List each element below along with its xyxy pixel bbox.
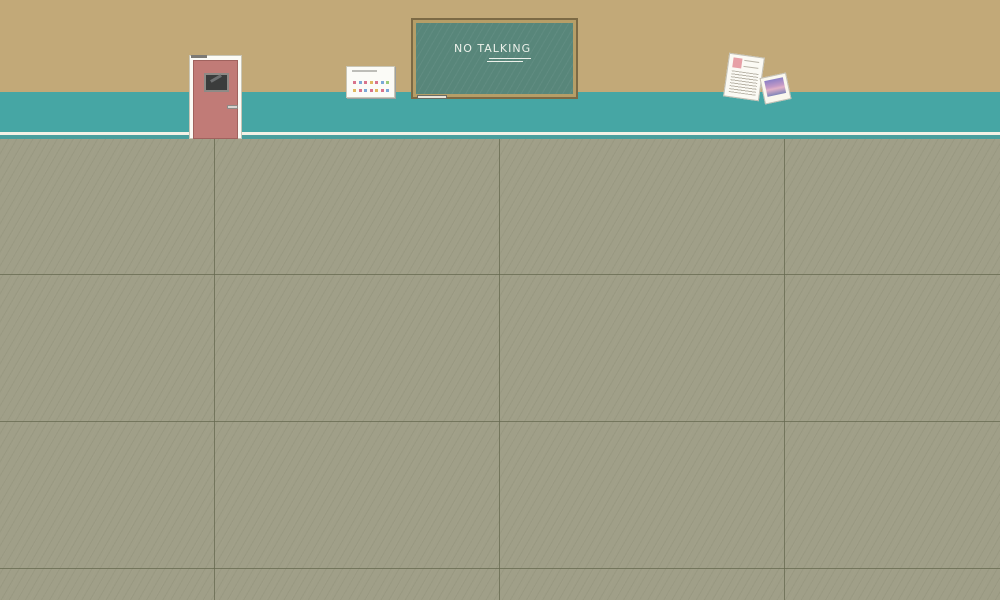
calendar-day-mark xyxy=(369,89,373,92)
calendar-day-mark xyxy=(364,89,368,92)
chalk-eraser xyxy=(417,95,447,99)
photo-image xyxy=(764,77,787,97)
paper-scribble xyxy=(743,59,760,69)
floor-tile-seam xyxy=(0,274,1000,275)
calendar-day-mark xyxy=(380,89,384,92)
floor[interactable] xyxy=(0,139,1000,600)
calendar-day-mark xyxy=(353,81,356,84)
door-window xyxy=(204,73,229,92)
calendar-day-mark xyxy=(375,81,379,84)
calendar-grid xyxy=(353,81,390,95)
calendar-day-mark xyxy=(358,89,362,92)
calendar-day-mark xyxy=(386,89,390,92)
door-icon xyxy=(193,60,238,139)
floor-tile-seam xyxy=(499,139,500,600)
chalk-underline xyxy=(489,58,531,59)
floor-tile-seam xyxy=(214,139,215,600)
floor-tile-seam xyxy=(0,421,1000,422)
door-sign xyxy=(191,55,207,58)
paper-swatch xyxy=(732,57,743,69)
paper-note-icon[interactable] xyxy=(723,52,765,102)
calendar-day-mark xyxy=(375,89,379,92)
calendar-icon[interactable] xyxy=(346,66,395,98)
calendar-day-mark xyxy=(369,81,373,84)
chalk-underline xyxy=(487,61,523,62)
chalkboard-text: NO TALKING xyxy=(454,42,532,55)
floor-tile-seam xyxy=(784,139,785,600)
game-scene: NO TALKING xyxy=(0,0,1000,600)
calendar-day-mark xyxy=(380,81,384,84)
calendar-day-mark xyxy=(386,81,390,84)
door-handle[interactable] xyxy=(227,105,238,109)
floor-texture xyxy=(0,139,1000,600)
photo-icon[interactable] xyxy=(759,72,792,105)
calendar-header xyxy=(352,70,377,72)
chalkboard[interactable]: NO TALKING xyxy=(411,18,578,99)
calendar-day-mark xyxy=(353,89,356,92)
classroom-door[interactable] xyxy=(189,55,242,139)
calendar-day-mark xyxy=(364,81,368,84)
paper-lines xyxy=(728,70,759,96)
chalkboard-icon: NO TALKING xyxy=(416,23,573,94)
calendar-day-mark xyxy=(358,81,362,84)
floor-tile-seam xyxy=(0,568,1000,569)
